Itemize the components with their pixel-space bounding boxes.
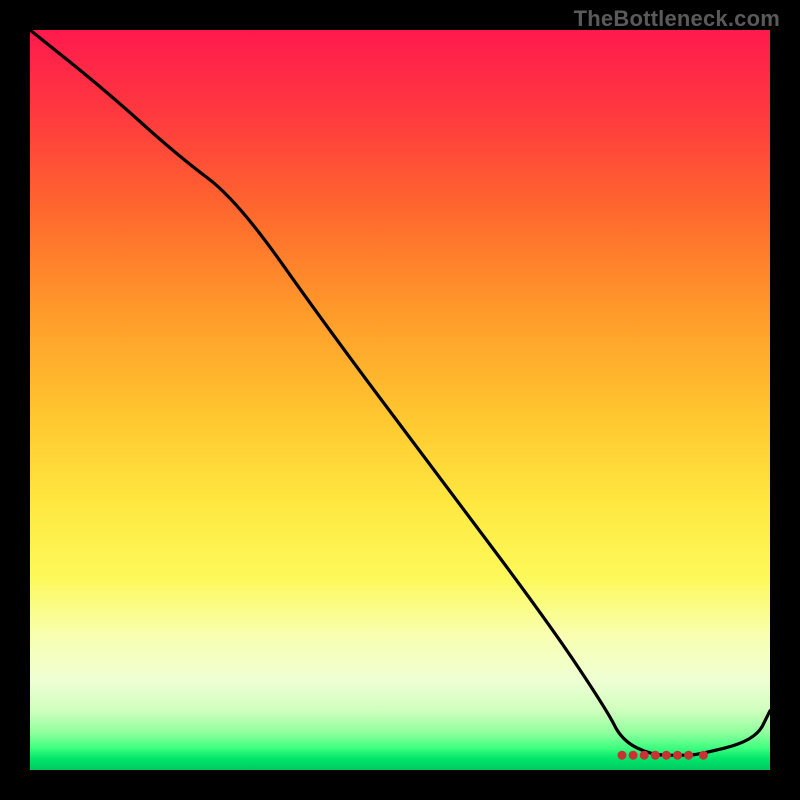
curve-layer xyxy=(30,30,770,770)
plot-area xyxy=(30,30,770,770)
optimal-marker xyxy=(651,751,660,760)
optimal-marker xyxy=(699,751,708,760)
bottleneck-curve xyxy=(30,30,770,755)
chart-frame: TheBottleneck.com xyxy=(0,0,800,800)
optimal-marker xyxy=(629,751,638,760)
optimal-marker xyxy=(640,751,649,760)
optimal-marker xyxy=(662,751,671,760)
optimal-marker xyxy=(618,751,627,760)
watermark-text: TheBottleneck.com xyxy=(574,6,780,32)
optimal-marker xyxy=(673,751,682,760)
optimal-marker xyxy=(684,751,693,760)
